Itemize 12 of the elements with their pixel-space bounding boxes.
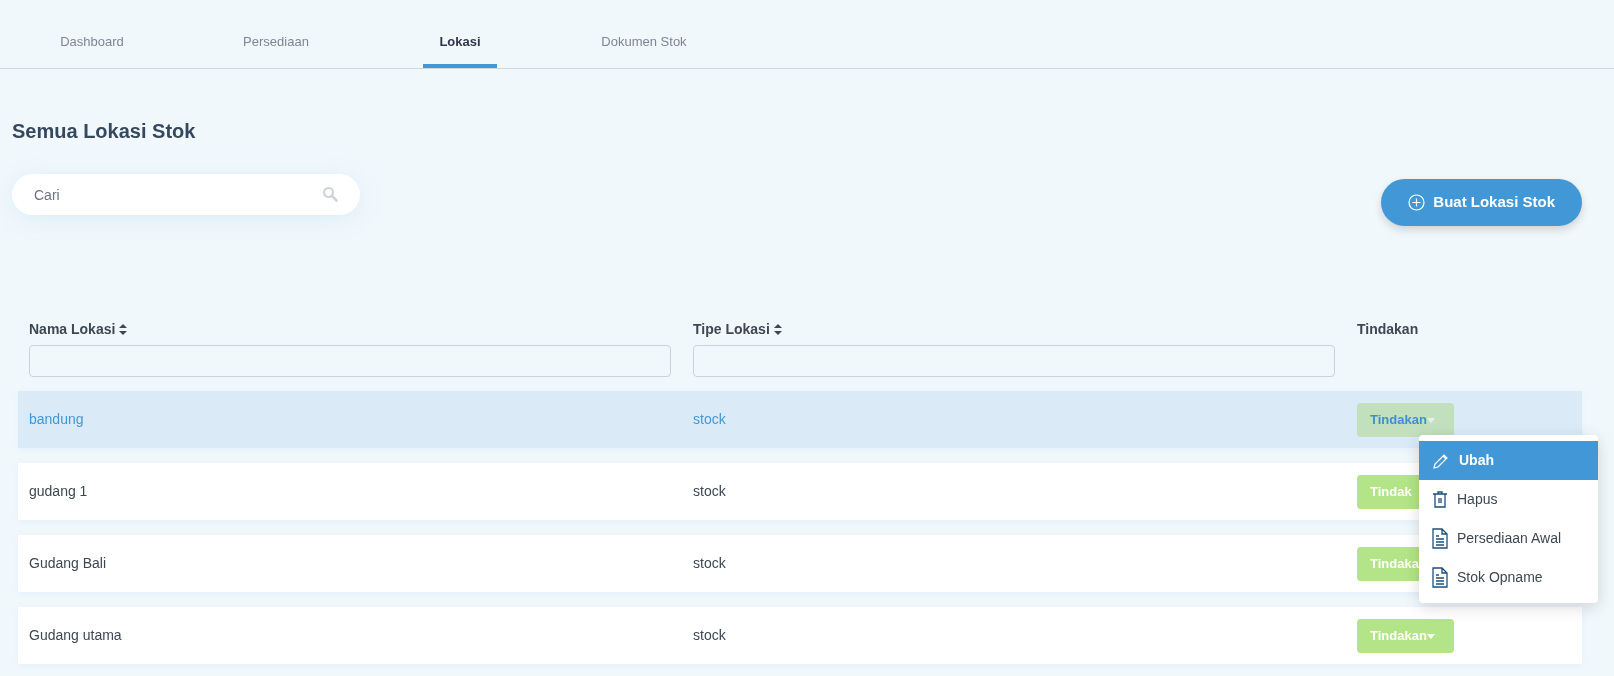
location-type: stock	[693, 410, 726, 429]
location-name: gudang 1	[29, 482, 88, 501]
location-name: Gudang Bali	[29, 554, 107, 573]
location-type: stock	[693, 482, 726, 501]
location-type: stock	[693, 554, 726, 573]
column-header: Nama Lokasi	[29, 319, 116, 339]
column-header: Tindakan	[1357, 319, 1419, 339]
page-title: Semua Lokasi Stok	[12, 119, 197, 144]
column-header: Tipe Lokasi	[693, 319, 770, 339]
location-name: Gudang utama	[29, 626, 122, 645]
location-name: bandung	[29, 410, 84, 429]
location-type: stock	[693, 626, 726, 645]
